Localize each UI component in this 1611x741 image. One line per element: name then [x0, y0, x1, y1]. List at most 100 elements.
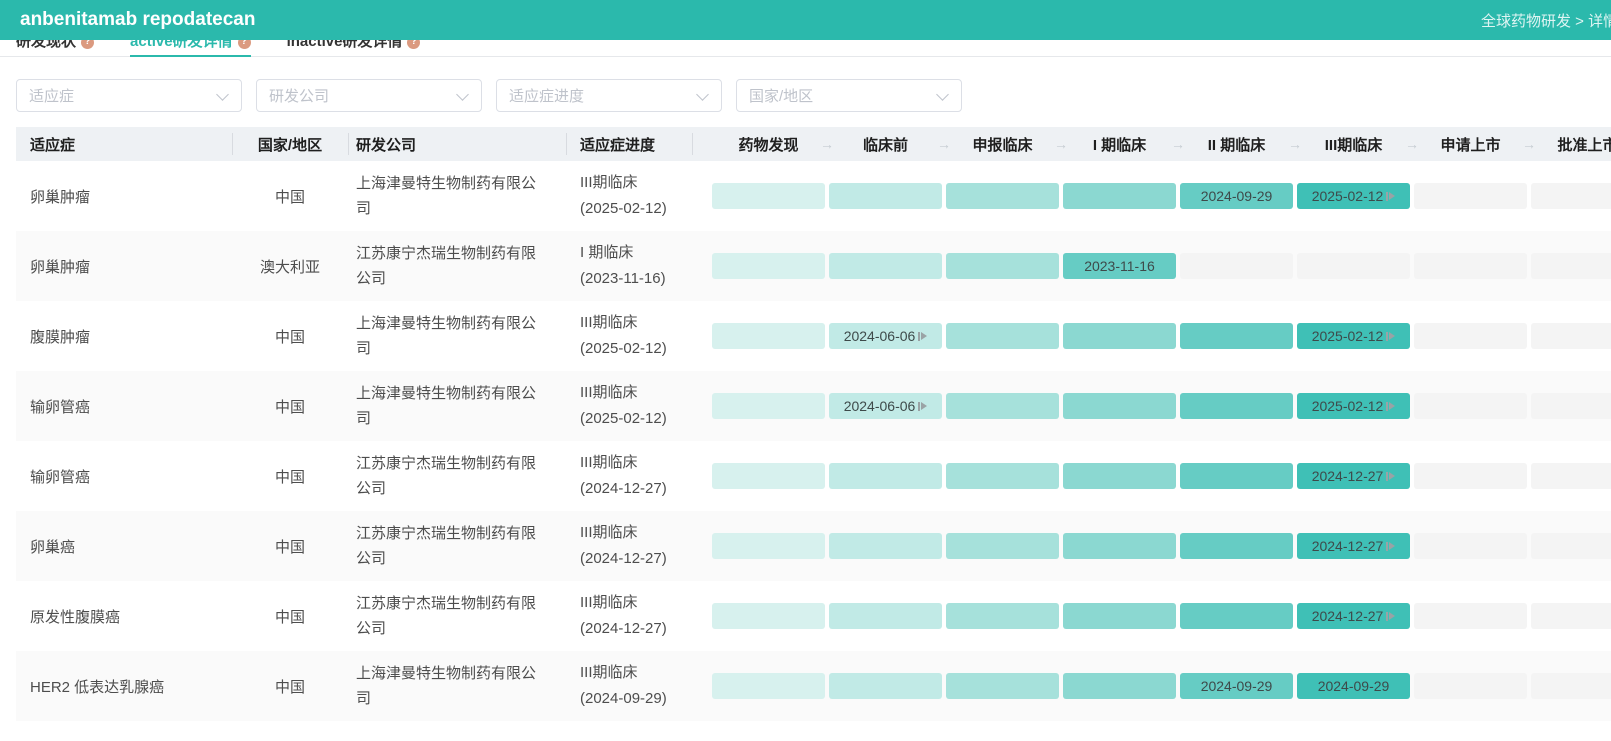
phase-bar[interactable] — [946, 673, 1059, 699]
phase-cell — [710, 533, 827, 559]
progress-cell: III期临床(2024-12-27) — [566, 450, 692, 502]
phase-bar[interactable] — [1180, 603, 1293, 629]
progress-stage: III期临床 — [580, 660, 692, 686]
phase-bar[interactable] — [829, 603, 942, 629]
phase-bar[interactable] — [829, 183, 942, 209]
phase-bar[interactable] — [712, 393, 825, 419]
phase-bar[interactable] — [1180, 533, 1293, 559]
chevron-down-icon — [936, 88, 949, 101]
phase-bar[interactable] — [712, 463, 825, 489]
filter-select-indication[interactable]: 适应症 — [16, 79, 242, 112]
phase-bar[interactable] — [1063, 393, 1176, 419]
phase-cell — [1412, 183, 1529, 209]
indication-cell: 输卵管癌 — [16, 466, 232, 487]
phase-bar[interactable] — [1063, 673, 1176, 699]
phase-bar[interactable] — [946, 603, 1059, 629]
phase-cell — [1295, 253, 1412, 279]
table-row[interactable]: 输卵管癌中国上海津曼特生物制药有限公司III期临床(2025-02-12)202… — [16, 371, 1611, 441]
progress-cell: III期临床(2025-02-12) — [566, 170, 692, 222]
phase-cell — [1529, 393, 1611, 419]
phase-bar[interactable] — [712, 183, 825, 209]
progress-date: (2025-02-12) — [580, 406, 692, 432]
phase-bar[interactable]: 2024-06-06 — [829, 393, 942, 419]
phase-bar[interactable] — [1063, 533, 1176, 559]
table-row[interactable]: 原发性腹膜癌中国江苏康宁杰瑞生物制药有限公司III期临床(2024-12-27)… — [16, 581, 1611, 651]
phase-date: 2025-02-12 — [1312, 328, 1384, 344]
phase-bar[interactable] — [829, 253, 942, 279]
phase-bar[interactable]: 2024-12-27 — [1297, 603, 1410, 629]
filter-select-region[interactable]: 国家/地区 — [736, 79, 962, 112]
phase-cell — [1529, 463, 1611, 489]
table-row[interactable]: HER2 低表达乳腺癌中国上海津曼特生物制药有限公司III期临床(2024-09… — [16, 651, 1611, 721]
drug-title: anbenitamab repodatecan — [20, 9, 255, 31]
phase-cell — [944, 533, 1061, 559]
company-cell: 上海津曼特生物制药有限公司 — [348, 171, 566, 221]
phase-bar[interactable] — [1180, 393, 1293, 419]
phase-date: 2024-09-29 — [1318, 678, 1390, 694]
phase-bar[interactable]: 2024-06-06 — [829, 323, 942, 349]
phase-bar[interactable] — [946, 323, 1059, 349]
phase-cell — [710, 603, 827, 629]
phase-bar[interactable] — [712, 533, 825, 559]
current-stage-icon-triangle — [1389, 192, 1395, 200]
progress-date: (2024-12-27) — [580, 546, 692, 572]
phase-bar[interactable] — [712, 253, 825, 279]
phase-bar[interactable] — [712, 603, 825, 629]
phase-bar[interactable] — [829, 673, 942, 699]
table-row[interactable]: 输卵管癌中国江苏康宁杰瑞生物制药有限公司III期临床(2024-12-27) 20… — [16, 441, 1611, 511]
region-cell: 中国 — [232, 536, 348, 557]
current-stage-icon-triangle — [921, 332, 927, 340]
progress-stage: III期临床 — [580, 590, 692, 616]
phase-cell — [1178, 393, 1295, 419]
phase-bar[interactable] — [946, 393, 1059, 419]
company-cell: 江苏康宁杰瑞生物制药有限公司 — [348, 241, 566, 291]
table-row[interactable]: 腹膜肿瘤中国上海津曼特生物制药有限公司III期临床(2025-02-12)202… — [16, 301, 1611, 371]
indication-cell: 卵巢癌 — [16, 536, 232, 557]
phase-bar[interactable]: 2024-09-29 — [1180, 183, 1293, 209]
chevron-down-icon — [216, 88, 229, 101]
table-row[interactable]: 卵巢癌中国江苏康宁杰瑞生物制药有限公司III期临床(2024-12-27)202… — [16, 511, 1611, 581]
phase-bar[interactable] — [946, 183, 1059, 209]
progress-date: (2024-09-29) — [580, 686, 692, 712]
current-stage-icon-bar — [1386, 612, 1388, 621]
phase-bar[interactable] — [946, 253, 1059, 279]
phase-bar[interactable] — [1180, 323, 1293, 349]
phase-bar[interactable] — [1180, 463, 1293, 489]
phase-bar[interactable]: 2025-02-12 — [1297, 183, 1410, 209]
phase-bar[interactable] — [946, 463, 1059, 489]
table-row[interactable]: 卵巢肿瘤澳大利亚江苏康宁杰瑞生物制药有限公司I 期临床(2023-11-16)2… — [16, 231, 1611, 301]
phase-cell: 2024-09-29 — [1295, 673, 1412, 699]
progress-date: (2024-12-27) — [580, 476, 692, 502]
filter-select-progress[interactable]: 适应症进度 — [496, 79, 722, 112]
phase-bar[interactable] — [1063, 323, 1176, 349]
phase-bar[interactable] — [712, 673, 825, 699]
phase-bar[interactable] — [1063, 463, 1176, 489]
region-cell: 中国 — [232, 466, 348, 487]
phase-bar[interactable]: 2025-02-12 — [1297, 323, 1410, 349]
phase-bar[interactable]: 2024-12-27 — [1297, 463, 1410, 489]
phase-bar[interactable] — [829, 533, 942, 559]
phase-bar[interactable]: 2024-09-29 — [1180, 673, 1293, 699]
breadcrumb[interactable]: 全球药物研发 > 详情 — [1481, 0, 1611, 40]
phase-bar[interactable] — [1063, 183, 1176, 209]
phase-cell — [1061, 603, 1178, 629]
column-header-2: 国家/地区 — [232, 127, 348, 161]
current-stage-icon-triangle — [1389, 472, 1395, 480]
phase-cell — [1061, 673, 1178, 699]
indication-cell: HER2 低表达乳腺癌 — [16, 676, 232, 697]
phase-bar[interactable]: 2024-12-27 — [1297, 533, 1410, 559]
indication-cell: 卵巢肿瘤 — [16, 256, 232, 277]
phase-bar[interactable]: 2024-09-29 — [1297, 673, 1410, 699]
phase-bar[interactable] — [712, 323, 825, 349]
company-cell: 江苏康宁杰瑞生物制药有限公司 — [348, 451, 566, 501]
phase-bar[interactable] — [946, 533, 1059, 559]
filter-select-company[interactable]: 研发公司 — [256, 79, 482, 112]
current-stage-icon — [918, 402, 927, 411]
progress-cell: III期临床(2025-02-12) — [566, 380, 692, 432]
phase-bar[interactable]: 2023-11-16 — [1063, 253, 1176, 279]
phase-bar[interactable] — [1063, 603, 1176, 629]
phase-bar[interactable]: 2025-02-12 — [1297, 393, 1410, 419]
phase-cell — [944, 673, 1061, 699]
table-row[interactable]: 卵巢肿瘤中国上海津曼特生物制药有限公司III期临床(2025-02-12)202… — [16, 161, 1611, 231]
phase-bar[interactable] — [829, 463, 942, 489]
